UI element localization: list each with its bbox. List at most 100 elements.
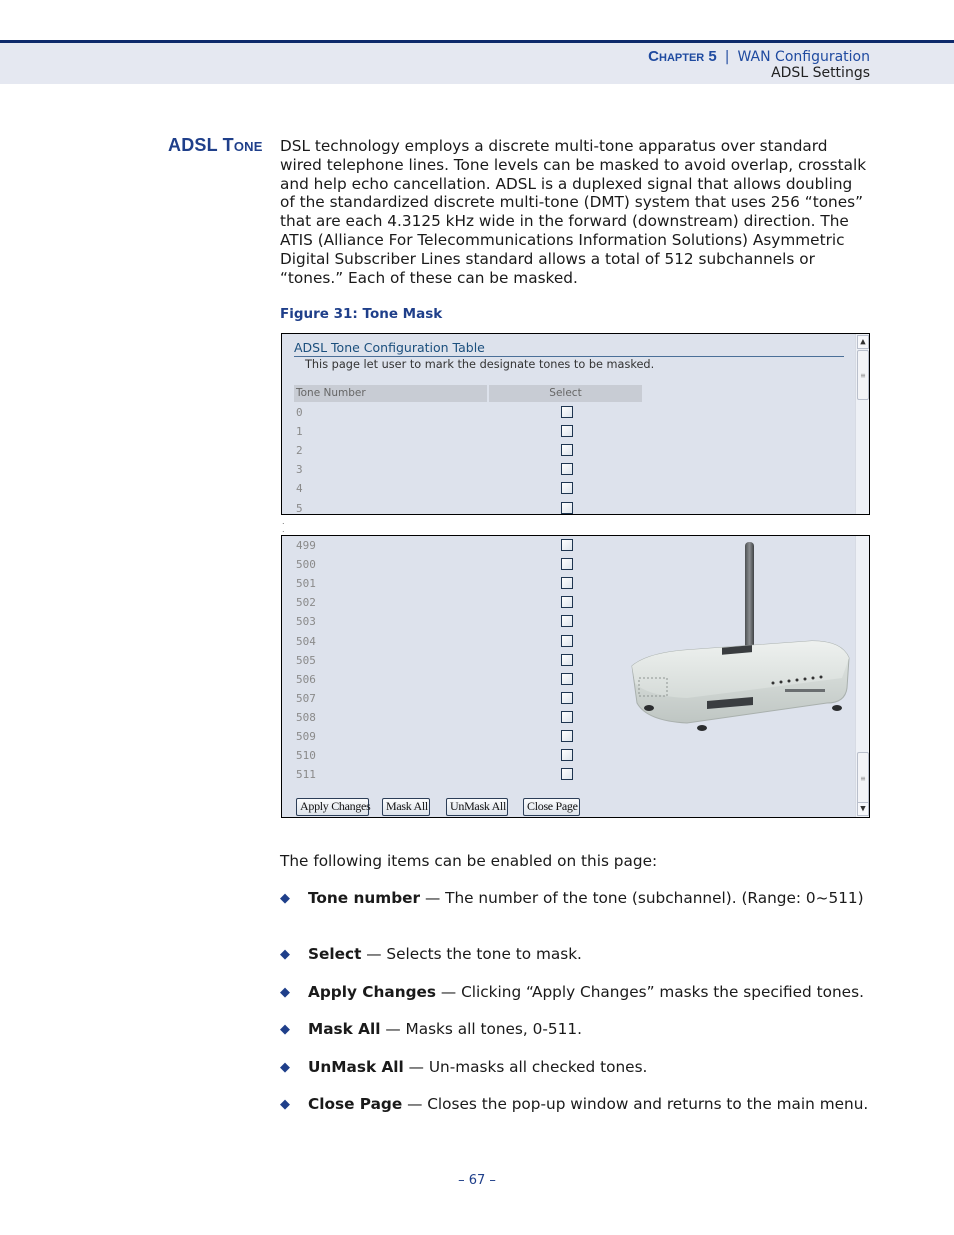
tone-row: 2 [296,442,856,461]
antenna [745,542,754,662]
tone-select-checkbox[interactable] [561,577,573,590]
item-description: — The number of the tone (subchannel). (… [420,889,864,907]
item-text: Apply Changes — Clicking “Apply Changes”… [308,983,872,1002]
tone-select-checkbox[interactable] [561,634,573,647]
tone-number: 503 [296,615,316,629]
tone-select-checkbox[interactable] [561,710,573,723]
figure-caption: Figure 31: Tone Mask [280,306,443,322]
item-text: Tone number — The number of the tone (su… [308,889,872,908]
description-item: ◆ UnMask All — Un-masks all checked tones… [280,1058,872,1077]
tone-number: 505 [296,653,316,667]
router-image [631,542,850,731]
tone-select-checkbox[interactable] [561,425,573,438]
tone-select-checkbox[interactable] [561,539,573,551]
bullet-diamond-icon: ◆ [280,1060,290,1075]
ellipsis-dots: .. [282,517,285,534]
scroll-down-icon[interactable]: ▼ [857,802,869,816]
item-term: UnMask All [308,1058,404,1076]
tone-row: 510 [296,747,856,766]
tone-select-checkbox[interactable] [561,653,573,666]
tone-row: 3 [296,461,856,480]
description-item: ◆ Close Page — Closes the pop-up window a… [280,1095,872,1114]
header-line-1: Chapter 5 | WAN Configuration [648,48,870,65]
item-description: — Masks all tones, 0-511. [380,1020,582,1038]
tone-number: 511 [296,768,316,782]
subsection-label: ADSL Settings [771,65,870,81]
scroll-thumb[interactable]: ≡ [857,752,869,804]
chapter-label: Chapter 5 [648,48,717,65]
bullet-diamond-icon: ◆ [280,1022,290,1037]
tone-row: 4 [296,480,856,499]
intro-paragraph: DSL technology employs a discrete multi-… [280,137,867,287]
tone-select-checkbox[interactable] [561,501,573,514]
item-text: UnMask All — Un-masks all checked tones. [308,1058,872,1077]
tone-select-checkbox[interactable] [561,482,573,495]
tone-select-checkbox[interactable] [561,768,573,781]
tone-select-checkbox[interactable] [561,672,573,685]
item-term: Tone number [308,889,421,907]
tone-number: 506 [296,672,316,686]
bullet-diamond-icon: ◆ [280,947,290,962]
description-item: ◆ Tone number — The number of the tone (s… [280,889,872,908]
tone-table-bottom-panel: 499 500 501 502 503 504 505 506 507 508 509 510 511 [281,535,870,818]
tone-number: 500 [296,558,316,572]
page-number: – 67 – [458,1173,496,1188]
tone-number: 499 [296,539,316,552]
tone-number: 0 [296,406,303,419]
tone-number: 509 [296,730,316,743]
tone-number: 508 [296,710,316,724]
scrollbar[interactable]: ▲ ≡ [855,334,869,514]
item-text: Select — Selects the tone to mask. [308,945,872,964]
tone-row: 511 [296,766,856,785]
tone-select-checkbox[interactable] [561,749,573,762]
tone-number: 504 [296,634,316,648]
description-item: ◆ Select — Selects the tone to mask. [280,945,872,964]
tone-select-checkbox[interactable] [561,406,573,418]
tone-number: 507 [296,691,316,705]
tone-number: 3 [296,463,303,477]
item-description: — Selects the tone to mask. [361,945,582,963]
tone-select-checkbox[interactable] [561,596,573,609]
bullet-diamond-icon: ◆ [280,985,290,1000]
tone-number: 502 [296,596,316,610]
tone-select-checkbox[interactable] [561,691,573,704]
bullet-diamond-icon: ◆ [280,1097,290,1112]
item-text: Mask All — Masks all tones, 0-511. [308,1020,872,1039]
item-description: — Clicking “Apply Changes” masks the spe… [436,983,864,1001]
tone-table-top-panel: ADSL Tone Configuration Table This page … [281,333,870,515]
scroll-thumb[interactable]: ≡ [857,350,869,400]
section-title: ADSL Tone [168,135,263,155]
tone-select-checkbox[interactable] [561,615,573,628]
item-term: Apply Changes [308,983,437,1001]
tone-select-checkbox[interactable] [561,558,573,571]
section-label: WAN Configuration [737,49,870,65]
tone-number: 4 [296,482,303,496]
items-lead-text: The following items can be enabled on th… [280,852,658,870]
tone-number: 1 [296,425,303,439]
tone-number: 5 [296,501,303,515]
scroll-up-icon[interactable]: ▲ [857,335,869,349]
tone-select-checkbox[interactable] [561,463,573,476]
description-item: ◆ Apply Changes — Clicking “Apply Changes… [280,983,872,1002]
column-header-tone-number: Tone Number [294,385,487,402]
item-term: Select [308,945,362,963]
item-term: Mask All [308,1020,381,1038]
apply-changes-button[interactable]: Apply Changes [296,798,371,816]
config-table-description: This page let user to mark the designate… [305,358,655,371]
unmask-all-button[interactable]: UnMask All [446,798,508,816]
tone-row: 0 [296,404,856,423]
chapter-header: Chapter 5 | WAN Configuration ADSL Setting… [0,40,954,84]
tone-select-checkbox[interactable] [561,730,573,742]
mask-all-button[interactable]: Mask All [382,798,430,816]
bullet-diamond-icon: ◆ [280,891,290,906]
config-table-title: ADSL Tone Configuration Table [294,340,844,357]
column-header-select: Select [489,385,642,402]
scrollbar[interactable]: ≡ ▼ [855,536,869,817]
item-text: Close Page — Closes the pop-up window an… [308,1095,872,1114]
tone-number: 510 [296,749,316,763]
tone-select-checkbox[interactable] [561,444,573,457]
description-item: ◆ Mask All — Masks all tones, 0-511. [280,1020,872,1039]
item-description: — Closes the pop-up window and returns t… [402,1095,869,1113]
close-page-button[interactable]: Close Page [523,798,580,816]
item-description: — Un-masks all checked tones. [403,1058,648,1076]
